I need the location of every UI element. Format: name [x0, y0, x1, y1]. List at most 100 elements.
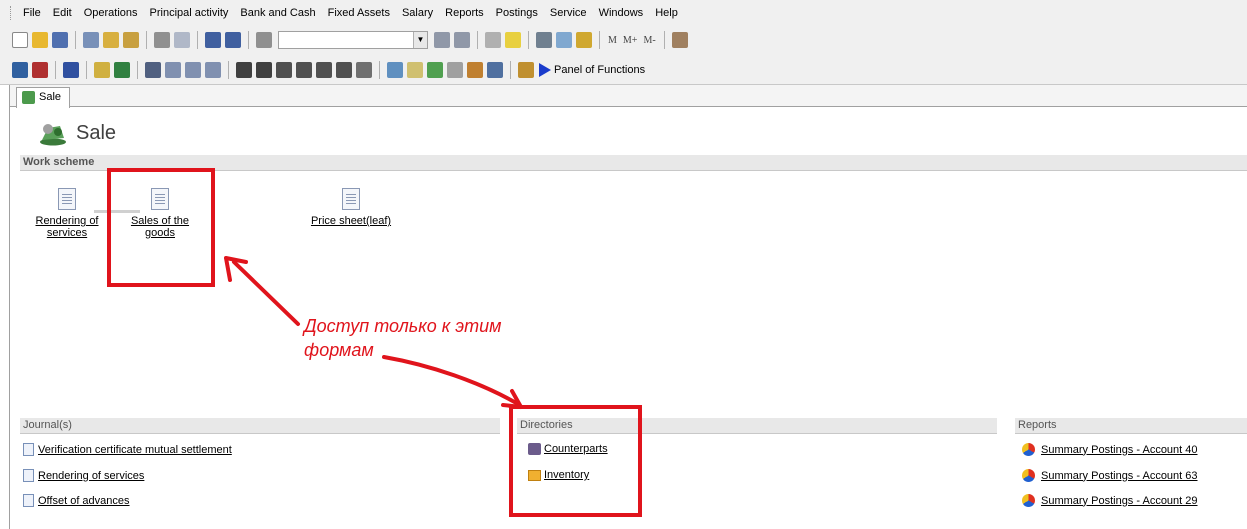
report-link-label: Summary Postings - Account 63 — [1041, 469, 1198, 482]
report-link-account-63[interactable]: Summary Postings - Account 63 — [1022, 469, 1198, 482]
bank-statement-icon[interactable] — [145, 61, 161, 78]
report-link-label: Summary Postings - Account 29 — [1041, 494, 1198, 507]
work-scheme-header-label: Work scheme — [23, 156, 95, 168]
find-next-icon[interactable] — [434, 32, 450, 48]
undo-icon[interactable] — [205, 32, 221, 48]
menu-fixed-assets[interactable]: Fixed Assets — [322, 7, 396, 19]
register-6-icon[interactable] — [336, 61, 352, 78]
journal-link-verification[interactable]: Verification certificate mutual settleme… — [23, 443, 232, 456]
find-previous-icon[interactable] — [454, 32, 470, 48]
menu-edit[interactable]: Edit — [47, 7, 78, 19]
payment-order-icon[interactable] — [165, 61, 181, 78]
play-arrow-icon — [539, 62, 551, 77]
analysis-icon[interactable] — [487, 61, 503, 78]
report-chart-icon — [1022, 443, 1035, 456]
menu-salary[interactable]: Salary — [396, 7, 439, 19]
wizard-icon[interactable] — [576, 32, 592, 48]
memory-minus-button[interactable]: M- — [643, 35, 655, 46]
bar-chart-icon[interactable] — [467, 61, 483, 78]
cash-receipt-icon[interactable] — [185, 61, 201, 78]
new-document-icon[interactable] — [12, 32, 28, 48]
tab-sale[interactable]: Sale — [16, 87, 71, 108]
menu-grip[interactable] — [10, 5, 13, 20]
menu-postings[interactable]: Postings — [490, 7, 544, 19]
journal-link-offset[interactable]: Offset of advances — [23, 494, 130, 507]
journal-icon[interactable] — [407, 61, 423, 78]
print-icon[interactable] — [154, 32, 170, 48]
menu-bank-and-cash[interactable]: Bank and Cash — [234, 7, 321, 19]
register-7-icon[interactable] — [356, 61, 372, 78]
calculator-icon[interactable] — [536, 32, 552, 48]
highlight-box-directories — [509, 405, 642, 517]
register-5-icon[interactable] — [316, 61, 332, 78]
report-chart-icon — [1022, 469, 1035, 482]
toolbar-separator — [137, 60, 138, 79]
help-1c-icon[interactable] — [505, 32, 521, 48]
find-icon[interactable] — [256, 32, 272, 48]
memory-m-button[interactable]: M — [608, 35, 617, 46]
memory-plus-button[interactable]: M+ — [623, 35, 638, 46]
journal-link-rendering[interactable]: Rendering of services — [23, 469, 144, 482]
cut-icon[interactable] — [83, 32, 99, 48]
menu-reports[interactable]: Reports — [439, 7, 490, 19]
combo-dropdown-icon[interactable]: ▼ — [413, 32, 427, 48]
page-title-text: Sale — [76, 122, 117, 144]
tools-icon[interactable] — [671, 32, 688, 48]
toolbar-separator — [528, 31, 529, 49]
print-preview-icon[interactable] — [174, 32, 190, 48]
users-icon[interactable] — [518, 61, 534, 78]
sale-tab-icon — [22, 91, 35, 104]
journal-link-label: Rendering of services — [38, 469, 145, 482]
scheme-item-price-sheet[interactable]: Price sheet(leaf) — [306, 188, 396, 227]
windows-icon[interactable] — [485, 32, 501, 48]
refresh-icon[interactable] — [387, 61, 403, 78]
menu-file[interactable]: File — [17, 7, 47, 19]
annotation-line-1: Доступ только к этим — [304, 316, 502, 336]
copy-icon[interactable] — [103, 32, 119, 48]
toolbar-separator — [86, 60, 87, 79]
report-chart-icon — [1022, 494, 1035, 507]
chart-of-accounts-icon[interactable] — [12, 61, 28, 78]
redo-icon[interactable] — [225, 32, 241, 48]
scheme-item-label: Rendering of — [35, 215, 99, 227]
highlight-box-sales — [107, 168, 215, 287]
tab-strip: Sale — [10, 85, 1247, 108]
debit-credit-icon[interactable] — [32, 61, 48, 78]
search-combo[interactable]: ▼ — [278, 31, 428, 49]
report-link-account-40[interactable]: Summary Postings - Account 40 — [1022, 443, 1198, 456]
menu-operations[interactable]: Operations — [78, 7, 144, 19]
register-2-icon[interactable] — [256, 61, 272, 78]
scheme-item-rendering-of-services[interactable]: Rendering of services — [32, 188, 102, 239]
panel-of-functions-button[interactable]: Panel of Functions — [539, 62, 646, 77]
page-title: Sale — [38, 118, 116, 148]
journals-header-label: Journal(s) — [23, 419, 72, 431]
paste-icon[interactable] — [123, 32, 139, 48]
panel-of-functions-label: Panel of Functions — [554, 63, 646, 76]
open-folder-icon[interactable] — [32, 32, 48, 48]
cash-outflow-icon[interactable] — [205, 61, 221, 78]
menu-service[interactable]: Service — [544, 7, 593, 19]
report-icon[interactable] — [427, 61, 443, 78]
toolbar-separator — [146, 31, 147, 49]
save-icon[interactable] — [52, 32, 68, 48]
text-icon[interactable] — [63, 61, 79, 78]
register-3-icon[interactable] — [276, 61, 292, 78]
register-1-icon[interactable] — [236, 61, 252, 78]
journals-header: Journal(s) — [20, 418, 500, 434]
menu-help[interactable]: Help — [649, 7, 684, 19]
annotation-line-2: формам — [304, 340, 374, 360]
report-link-label: Summary Postings - Account 40 — [1041, 443, 1198, 456]
sale-icon — [40, 124, 66, 146]
standard-toolbar: ▼ M M+ M- — [0, 25, 1247, 55]
document-icon — [342, 188, 360, 210]
percent-icon[interactable] — [94, 61, 110, 78]
list-icon[interactable] — [447, 61, 463, 78]
menu-windows[interactable]: Windows — [593, 7, 650, 19]
sale-icon[interactable] — [114, 61, 130, 78]
calendar-icon[interactable] — [556, 32, 572, 48]
scheme-item-label: services — [46, 227, 88, 239]
register-4-icon[interactable] — [296, 61, 312, 78]
report-link-account-29[interactable]: Summary Postings - Account 29 — [1022, 494, 1198, 507]
menu-principal-activity[interactable]: Principal activity — [144, 7, 235, 19]
document-icon — [58, 188, 76, 210]
